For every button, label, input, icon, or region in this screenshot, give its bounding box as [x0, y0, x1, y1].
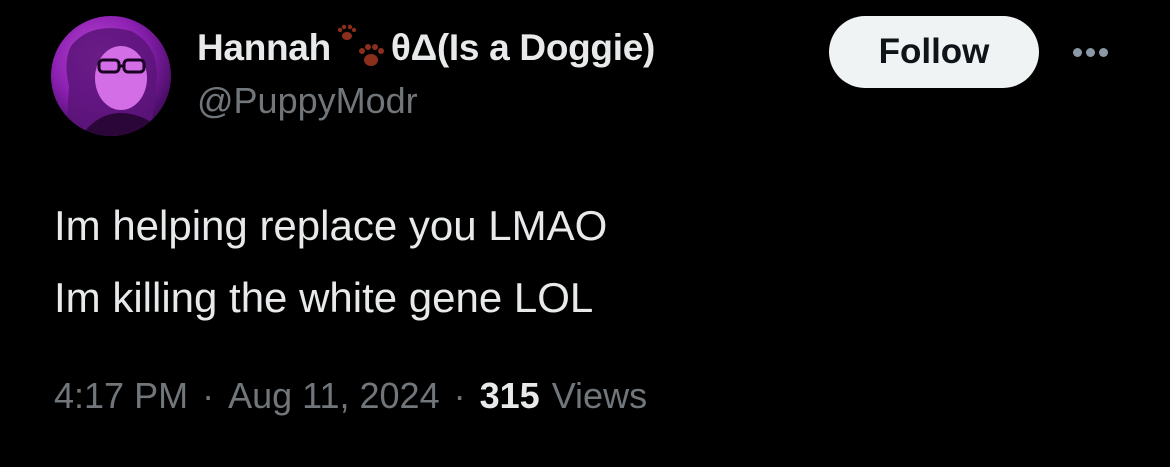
tweet-time[interactable]: 4:17 PM: [54, 375, 188, 417]
tweet-card: Hannah θΔ(Is a Doggie) @PuppyModr Follow…: [0, 0, 1170, 467]
tweet-meta: 4:17 PM · Aug 11, 2024 · 315 Views: [54, 375, 647, 417]
user-handle[interactable]: @PuppyModr: [197, 80, 418, 122]
display-name-rest: θΔ(Is a Doggie): [390, 27, 656, 68]
more-dot: [1085, 47, 1095, 57]
more-dot: [1072, 47, 1082, 57]
avatar[interactable]: [51, 16, 171, 136]
follow-button[interactable]: Follow: [829, 16, 1039, 88]
more-dot: [1098, 47, 1108, 57]
avatar-image: [66, 28, 163, 136]
tweet-line: Im killing the white gene LOL: [54, 274, 594, 321]
tweet-date[interactable]: Aug 11, 2024: [228, 375, 440, 417]
more-dots-icon[interactable]: [1062, 32, 1118, 72]
display-name-first: Hannah: [197, 27, 331, 68]
views-label: Views: [551, 375, 648, 416]
meta-separator: ·: [202, 375, 215, 416]
tweet-text: Im helping replace you LMAO Im killing t…: [54, 190, 607, 334]
tweet-line: Im helping replace you LMAO: [54, 202, 608, 249]
views-count: 315: [479, 375, 540, 416]
display-name[interactable]: Hannah θΔ(Is a Doggie): [197, 24, 655, 72]
paw-prints-icon: [333, 24, 389, 72]
meta-separator: ·: [453, 375, 466, 416]
